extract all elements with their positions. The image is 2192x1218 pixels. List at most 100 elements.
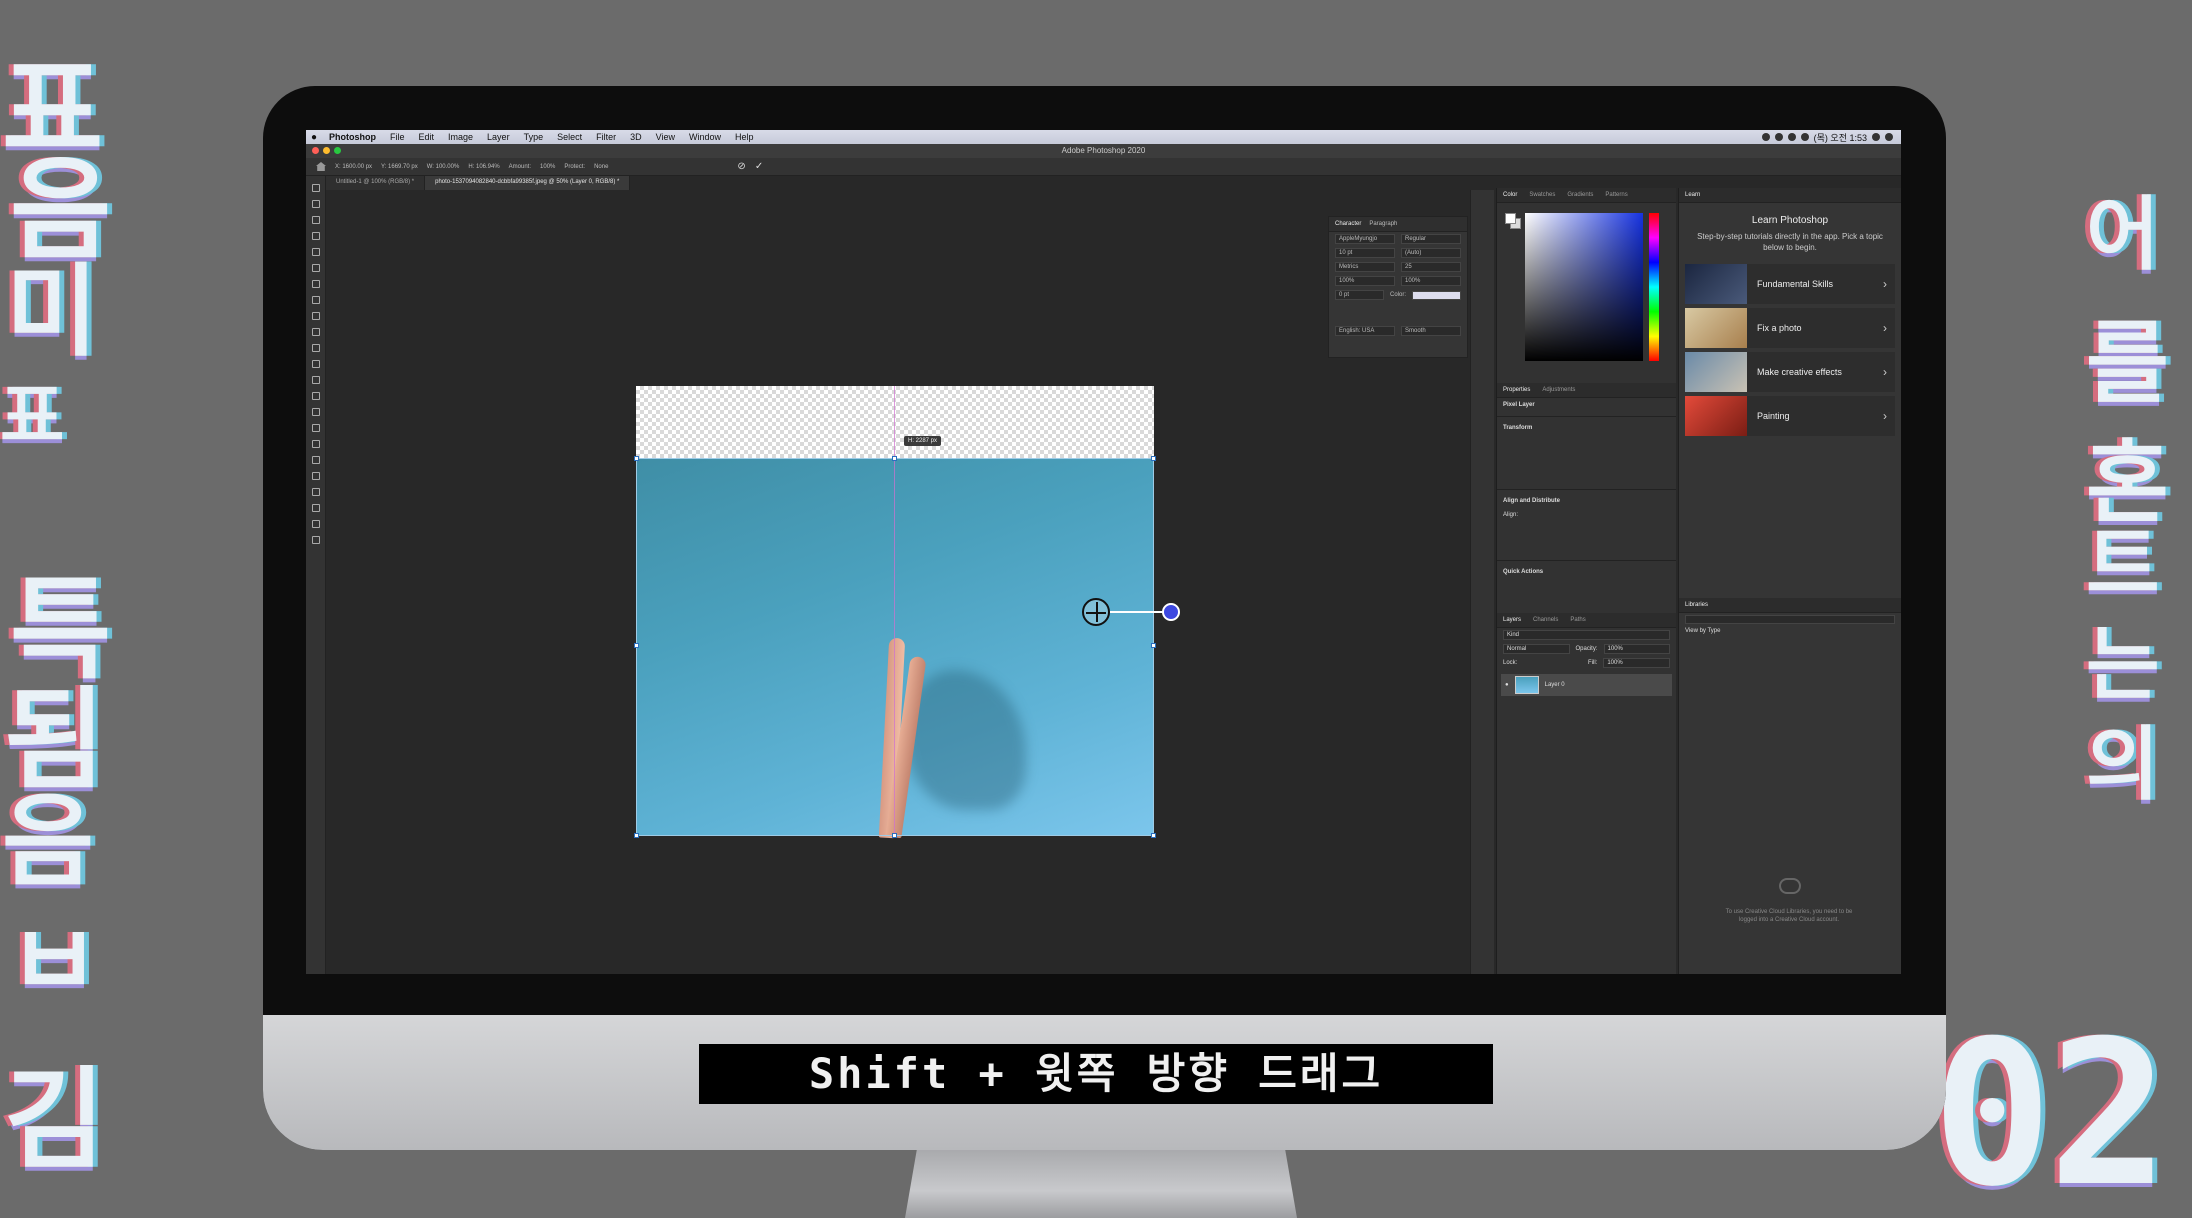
tab-layers[interactable]: Layers	[1503, 617, 1521, 623]
menu-image[interactable]: Image	[441, 132, 480, 142]
tab-channels[interactable]: Channels	[1533, 617, 1558, 623]
transform-handle-right[interactable]	[1151, 643, 1156, 648]
fg-bg-swatches[interactable]	[1505, 213, 1521, 229]
tab-character[interactable]: Character	[1335, 221, 1361, 227]
layer-name[interactable]: Layer 0	[1545, 682, 1565, 688]
frame-tool-icon[interactable]	[311, 264, 320, 272]
transform-handle-left[interactable]	[634, 643, 639, 648]
eyedropper-tool-icon[interactable]	[311, 280, 320, 288]
zoom-window-button[interactable]	[334, 147, 341, 154]
learn-item-painting[interactable]: Painting ›	[1685, 395, 1895, 436]
text-color-swatch[interactable]	[1412, 290, 1462, 300]
quick-actions-section[interactable]: Quick Actions	[1497, 565, 1676, 579]
tab-libraries[interactable]: Libraries	[1685, 602, 1708, 608]
menu-3d[interactable]: 3D	[623, 132, 649, 142]
zoom-tool-icon[interactable]	[311, 504, 320, 512]
learn-item-creative-effects[interactable]: Make creative effects ›	[1685, 351, 1895, 392]
font-family-select[interactable]: AppleMyungjo	[1335, 234, 1395, 244]
close-window-button[interactable]	[312, 147, 319, 154]
horizontal-scale-field[interactable]: 100%	[1401, 276, 1461, 286]
stamp-tool-icon[interactable]	[311, 328, 320, 336]
home-icon[interactable]	[316, 162, 326, 171]
menu-app-photoshop[interactable]: Photoshop	[322, 132, 383, 142]
layer-row[interactable]: ● Layer 0	[1501, 674, 1672, 696]
status-icon[interactable]	[1787, 133, 1796, 141]
menubar-clock[interactable]: (목) 오전 1:53	[1814, 131, 1867, 144]
commit-transform-icon[interactable]: ✓	[755, 161, 763, 172]
vertical-scale-field[interactable]: 100%	[1335, 276, 1395, 286]
search-icon[interactable]	[1872, 133, 1880, 141]
blend-mode-select[interactable]: Normal	[1503, 644, 1570, 654]
height-field[interactable]: H: 106.94%	[468, 164, 499, 170]
reference-point-icon[interactable]	[1082, 598, 1110, 626]
type-tool-icon[interactable]	[311, 440, 320, 448]
move-tool-icon[interactable]	[311, 184, 320, 192]
tab-color[interactable]: Color	[1503, 192, 1517, 198]
transform-handle-tr[interactable]	[1151, 456, 1156, 461]
eraser-tool-icon[interactable]	[311, 360, 320, 368]
fill-field[interactable]: 100%	[1603, 658, 1670, 668]
apple-icon[interactable]: ●	[306, 132, 322, 143]
tab-gradients[interactable]: Gradients	[1567, 192, 1593, 198]
tab-paths[interactable]: Paths	[1570, 617, 1585, 623]
transform-section[interactable]: Transform	[1497, 421, 1676, 435]
tab-properties[interactable]: Properties	[1503, 387, 1530, 393]
hand-tool-icon[interactable]	[311, 488, 320, 496]
menu-view[interactable]: View	[649, 132, 682, 142]
more-tools-icon[interactable]	[311, 520, 320, 528]
leading-field[interactable]: (Auto)	[1401, 248, 1461, 258]
crop-tool-icon[interactable]	[311, 248, 320, 256]
minimize-window-button[interactable]	[323, 147, 330, 154]
align-section[interactable]: Align and Distribute	[1497, 494, 1676, 508]
menu-filter[interactable]: Filter	[589, 132, 623, 142]
tab-paragraph[interactable]: Paragraph	[1369, 221, 1397, 227]
transform-handle-bl[interactable]	[634, 833, 639, 838]
doc-tab-untitled[interactable]: Untitled-1 @ 100% (RGB/8) *	[326, 176, 426, 190]
menu-help[interactable]: Help	[728, 132, 761, 142]
tab-patterns[interactable]: Patterns	[1605, 192, 1627, 198]
menu-window[interactable]: Window	[682, 132, 728, 142]
protect-select[interactable]: None	[594, 164, 608, 170]
libraries-search-input[interactable]	[1685, 614, 1895, 624]
magic-wand-tool-icon[interactable]	[311, 232, 320, 240]
wifi-icon[interactable]	[1800, 133, 1809, 141]
tab-learn[interactable]: Learn	[1685, 192, 1700, 198]
saturation-value-field[interactable]	[1525, 213, 1643, 361]
lasso-tool-icon[interactable]	[311, 216, 320, 224]
font-size-field[interactable]: 10 pt	[1335, 248, 1395, 258]
menu-edit[interactable]: Edit	[412, 132, 442, 142]
healing-tool-icon[interactable]	[311, 296, 320, 304]
tab-adjustments[interactable]: Adjustments	[1542, 387, 1575, 393]
y-field[interactable]: Y: 1669.70 px	[381, 164, 418, 170]
transform-handle-top[interactable]	[892, 456, 897, 461]
baseline-field[interactable]: 0 pt	[1335, 290, 1384, 300]
cancel-transform-icon[interactable]: ⊘	[737, 161, 745, 172]
doc-tab-photo[interactable]: photo-1537094082840-dcbbfa99385f.jpeg @ …	[425, 176, 631, 190]
status-icon[interactable]	[1761, 133, 1770, 141]
learn-item-fundamental-skills[interactable]: Fundamental Skills ›	[1685, 263, 1895, 304]
pen-tool-icon[interactable]	[311, 424, 320, 432]
history-brush-icon[interactable]	[311, 344, 320, 352]
menu-type[interactable]: Type	[517, 132, 551, 142]
blur-tool-icon[interactable]	[311, 392, 320, 400]
control-center-icon[interactable]	[1885, 133, 1893, 141]
dodge-tool-icon[interactable]	[311, 408, 320, 416]
antialias-select[interactable]: Smooth	[1401, 326, 1461, 336]
view-by-select[interactable]: View by Type	[1685, 628, 1720, 634]
menu-layer[interactable]: Layer	[480, 132, 517, 142]
kerning-field[interactable]: Metrics	[1335, 262, 1395, 272]
menu-select[interactable]: Select	[550, 132, 589, 142]
path-select-icon[interactable]	[311, 456, 320, 464]
brush-tool-icon[interactable]	[311, 312, 320, 320]
transform-bounding-box[interactable]	[636, 458, 1154, 836]
status-icon[interactable]	[1774, 133, 1783, 141]
tracking-field[interactable]: 25	[1401, 262, 1461, 272]
shape-tool-icon[interactable]	[311, 472, 320, 480]
transform-handle-br[interactable]	[1151, 833, 1156, 838]
hue-slider[interactable]	[1649, 213, 1659, 361]
layer-filter-kind[interactable]: Kind	[1503, 630, 1670, 640]
marquee-tool-icon[interactable]	[311, 200, 320, 208]
language-select[interactable]: English: USA	[1335, 326, 1395, 336]
color-swatch-icon[interactable]	[311, 536, 320, 544]
width-field[interactable]: W: 100.00%	[427, 164, 460, 170]
